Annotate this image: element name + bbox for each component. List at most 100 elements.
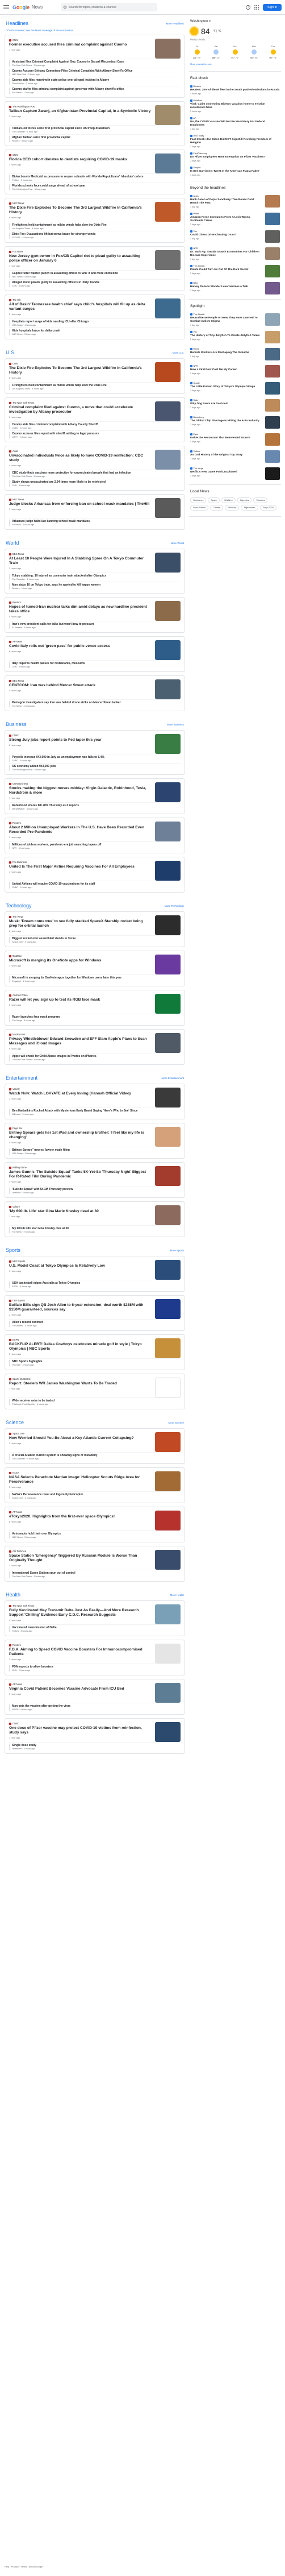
story-thumbnail[interactable] <box>155 1604 181 1624</box>
related-title[interactable]: Florida schools face covid surge ahead o… <box>12 184 181 188</box>
story-main[interactable]: The Hill All of Basin' Tennessee health c… <box>9 298 181 318</box>
sidebar-story[interactable]: USA Today Fact Check: Joe Biden Did NOT S… <box>189 132 281 150</box>
story-title[interactable]: The Dixie Fire Explodes To Become The 3r… <box>9 206 152 215</box>
related-title[interactable]: NASA's Perseverance rover and Ingenuity … <box>12 1493 181 1496</box>
topic-chip[interactable]: Afghanistan <box>241 505 258 511</box>
related-title[interactable]: Kids hospitals brace for delta crush <box>12 329 181 333</box>
related-story[interactable]: A crucial Atlantic current system is sho… <box>9 1452 181 1461</box>
related-title[interactable]: Italy requires health passes for restaur… <box>12 662 181 665</box>
related-story[interactable]: Cuomo aide files criminal complaint with… <box>9 421 181 430</box>
story-title[interactable]: Watch Now: Watch LOVYATE at Every Inning… <box>9 1092 152 1096</box>
story-main[interactable]: ESPN BACKFLIP ALERT! Dallas Cowboys celeb… <box>9 1338 181 1358</box>
related-story[interactable]: Hospitals report surge of kids needing I… <box>9 318 181 327</box>
story-title[interactable]: New Jersey gym owner in Fox/CB Capitol r… <box>9 254 152 263</box>
sidebar-story-thumbnail[interactable] <box>265 348 280 360</box>
story-main[interactable]: Fox Business United Is The First Major Ai… <box>9 861 181 881</box>
related-story[interactable]: Biggest rocket ever assembled stands in … <box>9 935 181 944</box>
sidebar-story-thumbnail[interactable] <box>265 467 280 480</box>
topic-chip[interactable]: Space <box>208 497 220 503</box>
story-main[interactable]: Ars Technica Space Station 'Emergency' Tr… <box>9 1550 181 1570</box>
story-source[interactable]: The New York Times <box>9 1604 152 1607</box>
story-source[interactable]: NASA <box>9 1471 152 1474</box>
story-thumbnail[interactable] <box>155 1511 181 1530</box>
sidebar-story-title[interactable]: Inside the Restaurant That Reinvented Br… <box>190 437 262 440</box>
related-title[interactable]: Millions of jobless workers, pandemic-er… <box>12 843 181 847</box>
story-title[interactable]: About 2 Million Unemployed Workers In Th… <box>9 826 152 835</box>
related-title[interactable]: Cuomo accuser files report with sheriff,… <box>12 432 181 435</box>
story-thumbnail[interactable] <box>155 401 181 421</box>
related-title[interactable]: Tokyo stabbing: 10 injured as commuter t… <box>12 574 181 578</box>
story-main[interactable]: AP News Virginia Covid Patient Becomes Va… <box>9 1683 181 1703</box>
story-main[interactable]: NBC News The Dixie Fire Explodes To Becom… <box>9 202 181 222</box>
related-title[interactable]: Alleged rioter pleads guilty to assaulti… <box>12 281 181 284</box>
related-story[interactable]: Alleged rioter pleads guilty to assaulti… <box>9 279 181 288</box>
related-title[interactable]: United Airlines will require COVID-19 va… <box>12 882 181 886</box>
related-story[interactable]: Robinhood shares fall 28% Thursday as it… <box>9 802 181 811</box>
sidebar-story-title[interactable]: Neurodiverse People on How They Have Lea… <box>190 317 262 323</box>
related-title[interactable]: NBC Sports highlights <box>12 1360 181 1363</box>
story-main[interactable]: CNN Business Stocks making the biggest mo… <box>9 782 181 802</box>
sidebar-story-title[interactable]: Viral: Claim connecting Biden's vacation… <box>190 103 280 110</box>
chevron-down-icon[interactable]: ▾ <box>208 20 211 23</box>
related-title[interactable]: Firefighters hold containment as milder … <box>12 223 181 227</box>
related-story[interactable]: Capitol rioter wanted punch in assaultin… <box>9 270 181 279</box>
story-source[interactable]: CNN <box>9 154 152 156</box>
related-story[interactable]: Florida schools face covid surge ahead o… <box>9 182 181 192</box>
related-title[interactable]: Pentagon investigators say Iran was behi… <box>12 701 181 704</box>
story-thumbnail[interactable] <box>155 154 181 173</box>
story-title[interactable]: CENTCOM: Iran was behind Mercer Street a… <box>9 683 152 688</box>
story-thumbnail[interactable] <box>155 782 181 802</box>
related-title[interactable]: Firefighters hold containment as milder … <box>12 384 181 387</box>
help-icon[interactable]: ? <box>246 5 251 10</box>
related-story[interactable]: Assistant files Criminal Complaint Again… <box>9 59 181 68</box>
related-story[interactable]: Britney Spears' 'new ex' lawyer made fil… <box>9 1147 181 1156</box>
sidebar-story[interactable]: Wired Remote Workers Are Reshaping The Su… <box>189 346 281 363</box>
story-title[interactable]: Britney Spears gets her 1st iPad and own… <box>9 1131 152 1140</box>
related-story[interactable]: Dixie Fire: Evacuations lift but crews b… <box>9 231 181 240</box>
story-title[interactable]: Criminal complaint filed against Cuomo, … <box>9 405 152 414</box>
sidebar-story-title[interactable]: Harvey Dozens Wonder Lover Hermes a Talk <box>190 285 262 289</box>
story-title[interactable]: Former executive accused files criminal … <box>9 43 152 47</box>
related-story[interactable]: Millions of jobless workers, pandemic-er… <box>9 841 181 851</box>
sidebar-story[interactable]: Eater Inside the Restaurant That Reinvent… <box>189 431 281 448</box>
story-source[interactable]: Reuters <box>9 601 152 604</box>
story-source[interactable]: CNN Business <box>9 782 152 785</box>
story-main[interactable]: Reuters Hopes of turned-Iran nuclear talk… <box>9 601 181 621</box>
story-thumbnail[interactable] <box>155 1088 181 1107</box>
story-source[interactable]: Reuters <box>9 822 152 824</box>
sidebar-story-title[interactable]: Is Ben Garrison's Tweet of the American … <box>190 170 280 173</box>
sidebar-section-title[interactable]: Fact check <box>189 76 281 83</box>
story-source[interactable]: Fox News <box>9 250 152 253</box>
story-source[interactable]: Vulture <box>9 1205 152 1208</box>
story-title[interactable]: All of Basin' Tennessee health chief say… <box>9 302 152 312</box>
related-title[interactable]: USA basketball edges Australia at Tokyo … <box>12 1281 181 1285</box>
section-title[interactable]: World <box>6 540 19 546</box>
sidebar-story-thumbnail[interactable] <box>265 230 280 243</box>
sidebar-story[interactable]: Bloomberg The Global Chip Shortage Is Hit… <box>189 414 281 431</box>
story-thumbnail[interactable] <box>155 298 181 318</box>
sidebar-story-title[interactable]: How a Viral Post Cost Me My Career <box>190 368 262 372</box>
related-story[interactable]: Study shows unvaccinated are 2.34 times … <box>9 479 181 488</box>
story-source[interactable]: CBS Sports <box>9 1299 152 1302</box>
sidebar-story-thumbnail[interactable] <box>265 331 280 343</box>
related-story[interactable]: Allen's record contract The Athletic · 4 … <box>9 1319 181 1328</box>
story-thumbnail[interactable] <box>155 202 181 222</box>
story-source[interactable]: BBC News <box>9 553 152 555</box>
story-title[interactable]: Judge blocks Arkansas from enforcing ban… <box>9 502 152 507</box>
section-title[interactable]: Headlines <box>6 20 28 26</box>
story-thumbnail[interactable] <box>155 1644 181 1664</box>
sidebar-story-title[interactable]: Plants Could Turn Us Out Of The Dark Sec… <box>190 268 262 272</box>
story-main[interactable]: The New York Times Fully Vaccinated May T… <box>9 1604 181 1624</box>
story-title[interactable]: Razer will let you sign up to test its R… <box>9 998 152 1002</box>
sidebar-story-title[interactable]: Reuters: 20% of diesel fleet in the Sout… <box>190 89 280 92</box>
more-link[interactable]: More Headlines <box>166 22 184 25</box>
related-story[interactable]: Astronauts hold their own Olympics NBC Ne… <box>9 1530 181 1540</box>
related-title[interactable]: Dixie Fire: Evacuations lift but crews b… <box>12 233 181 236</box>
story-source[interactable]: CNN <box>9 362 152 365</box>
related-story[interactable]: Iran's new president calls for talks but… <box>9 621 181 630</box>
story-source[interactable]: Android Police <box>9 994 152 997</box>
related-story[interactable]: Payrolls increase 943,000 in July as une… <box>9 754 181 763</box>
weather-unit-toggle[interactable]: °F | °C <box>213 30 221 33</box>
related-title[interactable]: Wide receiver asks to be traded <box>12 1399 181 1403</box>
story-title[interactable]: The Dixie Fire Explodes To Become The 3r… <box>9 366 152 375</box>
